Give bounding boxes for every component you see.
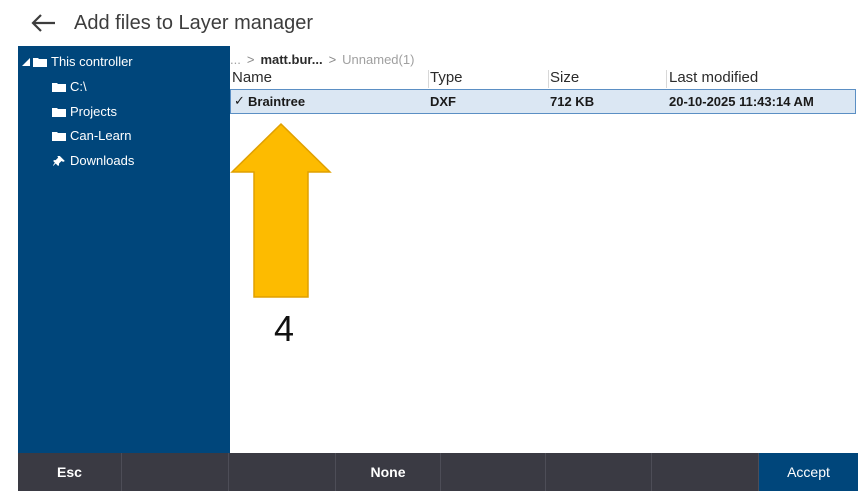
empty-softkey-1[interactable]: [122, 453, 229, 491]
empty-softkey-2[interactable]: [229, 453, 336, 491]
breadcrumb-parent[interactable]: matt.bur...: [260, 52, 322, 67]
folder-icon: [52, 108, 66, 117]
empty-softkey-4[interactable]: [546, 453, 652, 491]
breadcrumb: ... > matt.bur... > Unnamed(1): [230, 50, 420, 68]
folder-icon: [33, 58, 47, 67]
column-header-name[interactable]: Name: [232, 69, 272, 86]
column-header-size[interactable]: Size: [550, 69, 579, 86]
empty-softkey-5[interactable]: [652, 453, 759, 491]
column-header-last-modified[interactable]: Last modified: [669, 69, 758, 86]
annotation-number: 4: [274, 308, 295, 349]
checkmark-icon: ✓: [234, 93, 245, 108]
column-divider[interactable]: [666, 70, 667, 88]
folder-icon: [52, 132, 66, 141]
folder-tree: This controller C:\ Projects Can-Learn D…: [18, 46, 230, 453]
annotation-arrow-icon: [230, 122, 332, 298]
tree-item-projects[interactable]: Projects: [52, 102, 117, 122]
header-bar: Add files to Layer manager: [0, 0, 858, 46]
column-divider[interactable]: [428, 70, 429, 88]
cell-size: 712 KB: [550, 94, 595, 109]
column-divider[interactable]: [548, 70, 549, 88]
accept-button[interactable]: Accept: [759, 453, 858, 491]
breadcrumb-separator: >: [328, 51, 337, 67]
tree-item-this-controller[interactable]: This controller: [22, 52, 133, 72]
tree-item-label: This controller: [51, 54, 133, 69]
empty-softkey-3[interactable]: [441, 453, 546, 491]
tree-item-label: Downloads: [70, 153, 135, 168]
tree-item-downloads[interactable]: Downloads: [52, 151, 134, 171]
tree-item-label: C:\: [70, 79, 87, 94]
pin-icon: [53, 156, 65, 166]
breadcrumb-separator: >: [246, 51, 255, 67]
tree-item-c-drive[interactable]: C:\: [52, 77, 87, 97]
folder-icon: [52, 83, 66, 92]
tree-item-label: Projects: [70, 104, 117, 119]
column-header-type[interactable]: Type: [430, 69, 463, 86]
breadcrumb-current: Unnamed(1): [342, 51, 415, 67]
none-button[interactable]: None: [336, 453, 441, 491]
back-arrow-icon[interactable]: [30, 12, 58, 34]
cell-name: Braintree: [248, 94, 306, 109]
bottom-action-bar: Esc None Accept: [18, 453, 858, 491]
cell-type: DXF: [430, 94, 456, 109]
esc-button[interactable]: Esc: [18, 453, 122, 491]
tree-item-can-learn[interactable]: Can-Learn: [52, 126, 131, 146]
page-title: Add files to Layer manager: [74, 12, 314, 34]
cell-last-modified: 20-10-2025 11:43:14 AM: [669, 94, 814, 109]
expand-caret-icon[interactable]: [22, 58, 30, 66]
table-row[interactable]: ✓ Braintree DXF 712 KB 20-10-2025 11:43:…: [230, 89, 856, 114]
breadcrumb-ellipsis[interactable]: ...: [230, 52, 241, 67]
tree-item-label: Can-Learn: [70, 128, 132, 143]
